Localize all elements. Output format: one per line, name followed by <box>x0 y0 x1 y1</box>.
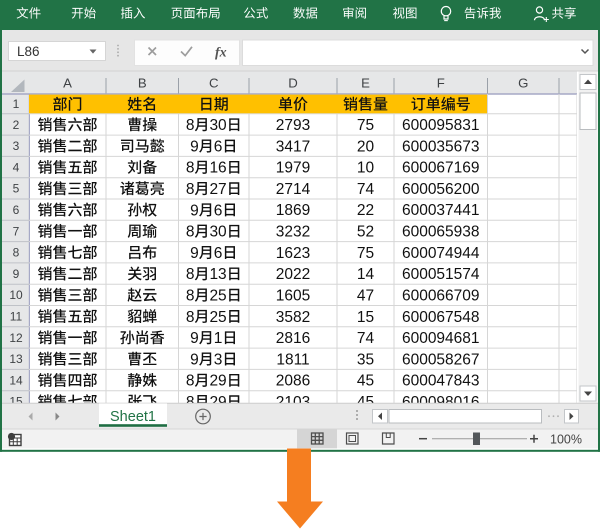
svg-text:Sheet1: Sheet1 <box>110 409 156 425</box>
svg-text:9: 9 <box>13 267 20 281</box>
svg-text:8: 8 <box>186 224 195 241</box>
svg-text:75: 75 <box>357 117 374 134</box>
svg-text:C: C <box>209 75 219 90</box>
svg-text:27: 27 <box>209 181 226 198</box>
svg-text:L86: L86 <box>17 44 40 59</box>
svg-text:600058267: 600058267 <box>402 351 480 368</box>
svg-text:30: 30 <box>209 117 227 134</box>
svg-text:3417: 3417 <box>276 138 310 155</box>
svg-text:600065938: 600065938 <box>402 224 480 241</box>
svg-text:29: 29 <box>209 373 226 390</box>
svg-text:2: 2 <box>13 118 20 132</box>
svg-text:6: 6 <box>13 203 20 217</box>
svg-text:2086: 2086 <box>276 373 310 390</box>
svg-text:600035673: 600035673 <box>402 138 480 155</box>
svg-text:1869: 1869 <box>276 202 310 219</box>
svg-text:8: 8 <box>186 181 195 198</box>
svg-text:25: 25 <box>209 287 226 304</box>
svg-text:10: 10 <box>357 160 375 177</box>
svg-text:fx: fx <box>215 46 227 61</box>
svg-text:8: 8 <box>186 287 195 304</box>
svg-text:B: B <box>138 75 147 90</box>
svg-text:1979: 1979 <box>276 160 310 177</box>
svg-text:9: 9 <box>190 202 199 219</box>
svg-text:52: 52 <box>357 224 374 241</box>
svg-text:75: 75 <box>357 245 374 262</box>
svg-text:9: 9 <box>190 138 199 155</box>
svg-text:600051574: 600051574 <box>402 266 480 283</box>
svg-text:2816: 2816 <box>276 330 310 347</box>
svg-text:13: 13 <box>9 352 23 366</box>
svg-text:5: 5 <box>13 182 20 196</box>
svg-text:30: 30 <box>209 224 227 241</box>
svg-text:600037441: 600037441 <box>402 202 480 219</box>
svg-text:600067548: 600067548 <box>402 309 480 326</box>
svg-text:14: 14 <box>357 266 375 283</box>
svg-text:22: 22 <box>357 202 374 219</box>
svg-text:20: 20 <box>357 138 375 155</box>
svg-text:3: 3 <box>13 139 20 153</box>
svg-text:3232: 3232 <box>276 224 310 241</box>
svg-text:F: F <box>437 75 445 90</box>
svg-text:6: 6 <box>214 245 223 262</box>
svg-text:74: 74 <box>357 181 375 198</box>
svg-text:4: 4 <box>13 160 20 174</box>
svg-text:12: 12 <box>9 331 23 345</box>
svg-text:600047843: 600047843 <box>402 373 480 390</box>
svg-text:9: 9 <box>190 245 199 262</box>
svg-text:A: A <box>63 75 72 90</box>
svg-text:G: G <box>518 75 528 90</box>
svg-text:600094681: 600094681 <box>402 330 480 347</box>
svg-text:45: 45 <box>357 373 374 390</box>
svg-text:8: 8 <box>186 266 195 283</box>
svg-text:9: 9 <box>190 330 199 347</box>
svg-text:3: 3 <box>214 351 223 368</box>
svg-text:600074944: 600074944 <box>402 245 480 262</box>
svg-text:600067169: 600067169 <box>402 160 480 177</box>
svg-text:35: 35 <box>357 351 374 368</box>
svg-text:9: 9 <box>190 351 199 368</box>
svg-text:13: 13 <box>209 266 226 283</box>
svg-text:16: 16 <box>209 160 226 177</box>
svg-text:15: 15 <box>357 309 374 326</box>
svg-text:E: E <box>361 75 370 90</box>
svg-text:11: 11 <box>10 309 23 323</box>
svg-text:47: 47 <box>357 288 374 305</box>
svg-text:8: 8 <box>186 373 195 390</box>
svg-text:1: 1 <box>13 97 20 111</box>
svg-text:74: 74 <box>357 330 375 347</box>
svg-text:8: 8 <box>13 246 20 260</box>
svg-text:2793: 2793 <box>276 117 310 134</box>
svg-text:1: 1 <box>214 330 223 347</box>
svg-text:8: 8 <box>186 117 195 134</box>
svg-text:3582: 3582 <box>276 309 310 326</box>
svg-text:D: D <box>288 75 298 90</box>
svg-text:7: 7 <box>13 224 20 238</box>
svg-text:25: 25 <box>209 309 226 326</box>
svg-text:6: 6 <box>214 202 223 219</box>
svg-text:600056200: 600056200 <box>402 181 480 198</box>
svg-text:1623: 1623 <box>276 245 310 262</box>
svg-text:100%: 100% <box>550 432 582 446</box>
svg-text:1605: 1605 <box>276 288 310 305</box>
svg-text:8: 8 <box>186 309 195 326</box>
svg-text:14: 14 <box>9 373 23 387</box>
svg-text:2714: 2714 <box>276 181 311 198</box>
svg-text:600095831: 600095831 <box>402 117 480 134</box>
svg-text:1811: 1811 <box>276 351 309 368</box>
svg-text:10: 10 <box>9 288 23 302</box>
svg-text:8: 8 <box>186 160 195 177</box>
svg-text:600066709: 600066709 <box>402 288 480 305</box>
svg-text:2022: 2022 <box>276 266 310 283</box>
svg-text:6: 6 <box>214 138 223 155</box>
